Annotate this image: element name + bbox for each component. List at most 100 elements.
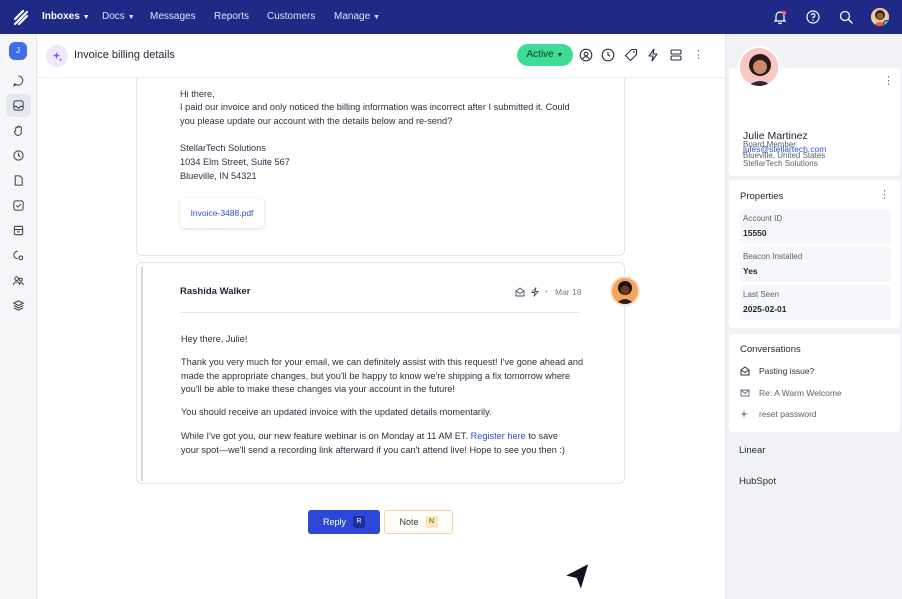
search-icon[interactable] <box>838 9 854 25</box>
customer-company: StellarTech Solutions <box>743 159 818 168</box>
property-label: Account ID <box>743 214 783 223</box>
workflow-bolt-icon[interactable] <box>646 48 660 62</box>
reply-greeting: Hey there, Julie! <box>181 334 248 344</box>
conversations-card: Conversations Pasting issue? Re: A Warm … <box>729 334 900 432</box>
invoice-attachment[interactable]: Invoice-3488.pdf <box>180 198 264 228</box>
chevron-down-icon: ▼ <box>127 14 135 21</box>
users-icon[interactable] <box>6 269 31 292</box>
agent-avatar-portrait-icon <box>612 278 638 304</box>
workspace-avatar[interactable]: J <box>9 42 27 60</box>
integration-linear[interactable]: Linear <box>739 445 765 456</box>
separator-dot: • <box>545 287 548 296</box>
conversation-item[interactable]: Re: A Warm Welcome <box>740 388 842 398</box>
reply-paragraph-3: While I've got you, our new feature webi… <box>181 430 576 457</box>
integration-hubspot[interactable]: HubSpot <box>739 476 776 487</box>
message-author: Rashida Walker <box>180 286 251 297</box>
status-dropdown[interactable]: Active ▼ <box>517 44 573 66</box>
note-shortcut: N <box>425 516 438 528</box>
chat-icon[interactable] <box>6 69 31 92</box>
more-icon[interactable]: ⋮ <box>879 190 890 201</box>
thread-indicator <box>141 267 143 481</box>
chevron-down-icon: ▼ <box>373 14 381 21</box>
more-icon[interactable]: ⋮ <box>693 50 704 61</box>
user-avatar[interactable] <box>871 8 889 26</box>
layout-icon[interactable] <box>669 48 683 62</box>
properties-card: Properties ⋮ Account ID 15550 Beacon Ins… <box>729 180 900 328</box>
conversation-item-label: Re: A Warm Welcome <box>759 388 842 398</box>
layers-icon[interactable] <box>6 294 31 317</box>
reply-label: Reply <box>322 517 346 527</box>
chevron-down-icon: ▼ <box>556 52 564 59</box>
online-status-dot <box>883 20 889 26</box>
archive-icon[interactable] <box>6 219 31 242</box>
conversation-item[interactable]: reset password <box>740 409 817 419</box>
conversation-item[interactable]: Pasting issue? <box>740 366 814 376</box>
nav-messages[interactable]: Messages <box>150 11 196 22</box>
property-value: 2025-02-01 <box>743 304 787 314</box>
bell-icon[interactable] <box>772 9 788 25</box>
property-value: Yes <box>743 266 758 276</box>
property-label: Beacon Installed <box>743 252 803 261</box>
nav-docs[interactable]: Docs ▼ <box>102 11 135 22</box>
register-link[interactable]: Register here <box>471 431 526 441</box>
sparkle-icon <box>740 410 748 418</box>
property-label: Last Seen <box>743 290 780 299</box>
customer-sidebar: ⋮ Julie Martinez jules@stellartech.com S… <box>725 34 902 599</box>
inbox-check-icon[interactable] <box>6 194 31 217</box>
reply-paragraph-3-text: While I've got you, our new feature webi… <box>181 431 471 441</box>
workflow-bolt-icon <box>531 287 539 297</box>
nav-manage[interactable]: Manage ▼ <box>334 11 380 22</box>
nav-customers[interactable]: Customers <box>267 11 315 22</box>
nav-reports[interactable]: Reports <box>214 11 249 22</box>
customer-location: Blueville, United States <box>743 151 826 160</box>
conversation-pane: Invoice billing details Active ▼ ⋮ Hi th… <box>37 34 725 599</box>
assign-user-icon[interactable] <box>579 48 593 62</box>
app-logo-icon[interactable] <box>11 7 31 27</box>
conversations-title: Conversations <box>740 344 801 355</box>
customer-avatar <box>738 46 780 88</box>
nav-inboxes[interactable]: Inboxes ▼ <box>42 11 90 22</box>
tag-icon[interactable] <box>624 48 638 62</box>
property-last-seen: Last Seen 2025-02-01 <box>740 285 891 320</box>
message-greeting: Hi there, <box>180 89 215 99</box>
settings-bubble-icon[interactable] <box>6 244 31 267</box>
conversation-item-label: reset password <box>759 409 817 419</box>
conversation-title: Invoice billing details <box>74 49 175 61</box>
property-account-id: Account ID 15550 <box>740 209 891 244</box>
reply-button[interactable]: Reply R <box>308 510 380 534</box>
email-channel-icon <box>515 287 525 297</box>
more-icon[interactable]: ⋮ <box>883 76 894 87</box>
reply-paragraph-2: You should receive an updated invoice wi… <box>181 407 492 417</box>
customer-role: Board Member <box>743 140 796 149</box>
agent-avatar <box>610 276 640 306</box>
divider <box>180 312 580 313</box>
note-button[interactable]: Note N <box>384 510 453 534</box>
customer-message-card: Hi there, I paid our invoice and only no… <box>136 78 625 256</box>
chevron-down-icon: ▼ <box>82 14 90 21</box>
ai-sparkle-icon[interactable] <box>46 45 68 67</box>
snooze-clock-icon[interactable] <box>601 48 615 62</box>
mail-icon <box>740 389 750 397</box>
address-line-street: 1034 Elm Street, Suite 567 <box>180 157 290 167</box>
mail-open-icon <box>740 366 750 376</box>
conversation-header: Invoice billing details Active ▼ ⋮ <box>37 34 725 78</box>
left-rail: J <box>0 34 37 599</box>
document-icon[interactable] <box>6 169 31 192</box>
conversation-item-label: Pasting issue? <box>759 366 815 376</box>
hand-icon[interactable] <box>6 119 31 142</box>
address-line-city: Blueville, IN 54321 <box>180 171 257 181</box>
status-label: Active <box>526 49 554 60</box>
reply-shortcut: R <box>353 516 365 528</box>
note-label: Note <box>399 517 419 527</box>
agent-message-card: Rashida Walker • Mar 18 Hey there, Julie… <box>136 262 625 484</box>
property-value: 15550 <box>743 228 767 238</box>
inbox-icon[interactable] <box>6 94 31 117</box>
help-icon[interactable] <box>805 9 821 25</box>
mouse-cursor-icon <box>561 560 592 594</box>
message-body: I paid our invoice and only noticed the … <box>180 102 570 126</box>
properties-title: Properties <box>740 191 784 202</box>
top-navigation: Inboxes ▼ Docs ▼ Messages Reports Customer… <box>0 0 902 34</box>
message-date: Mar 18 <box>555 287 582 297</box>
reply-paragraph-1: Thank you very much for your email, we c… <box>181 357 584 394</box>
clock-icon[interactable] <box>6 144 31 167</box>
